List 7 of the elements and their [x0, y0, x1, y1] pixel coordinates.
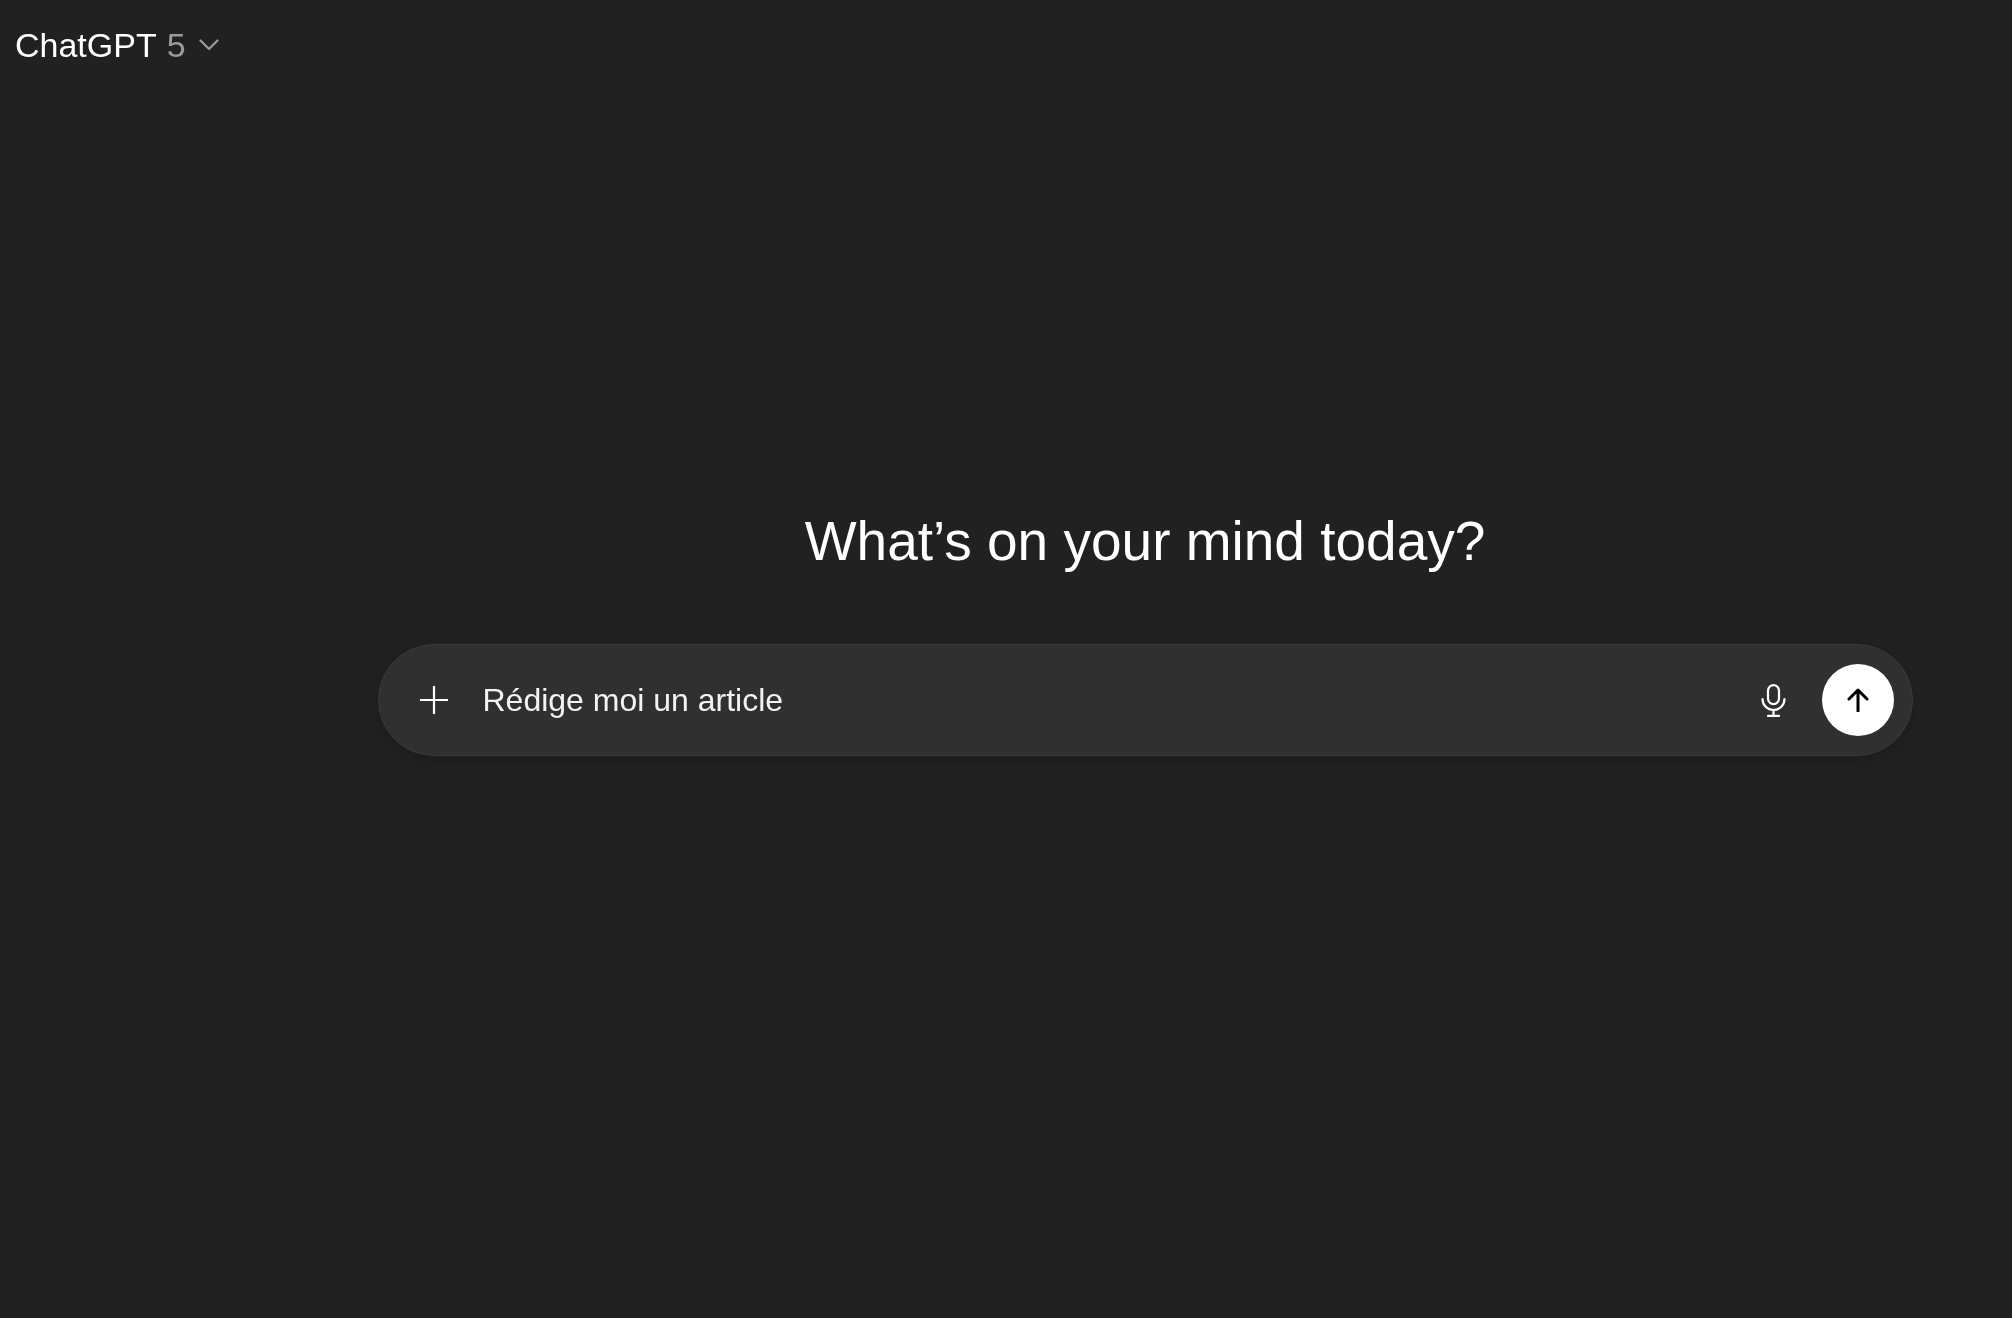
- message-input-field[interactable]: Rédige moi un article: [482, 680, 1754, 720]
- welcome-heading: What’s on your mind today?: [804, 509, 1486, 573]
- microphone-icon: [1761, 683, 1786, 717]
- plus-icon: [419, 686, 448, 714]
- arrow-up-icon: [1846, 688, 1869, 712]
- model-selector-button[interactable]: ChatGPT 5: [15, 25, 219, 65]
- chevron-down-icon: [198, 39, 219, 51]
